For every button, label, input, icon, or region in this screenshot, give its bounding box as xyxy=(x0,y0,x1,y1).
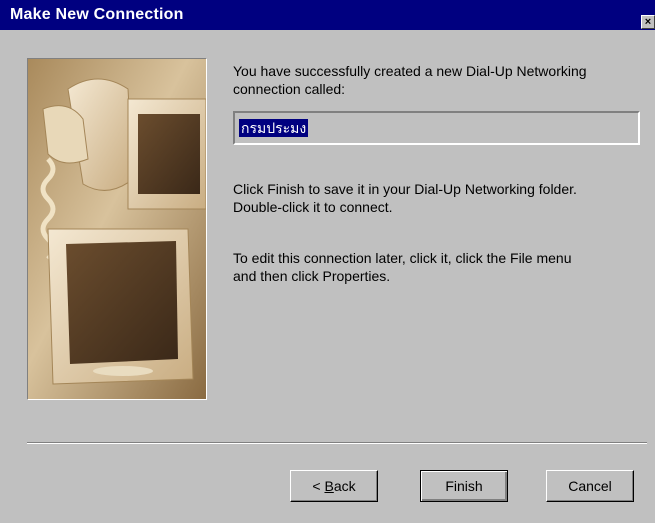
back-prefix: < xyxy=(312,478,325,494)
close-icon: × xyxy=(644,16,652,28)
close-button[interactable]: × xyxy=(641,15,655,29)
window-title: Make New Connection xyxy=(10,6,184,23)
finish-line-2: Double-click it to connect. xyxy=(233,199,393,215)
finish-button[interactable]: Finish xyxy=(420,470,508,502)
edit-line-2: and then click Properties. xyxy=(233,268,391,284)
back-mnemonic: B xyxy=(324,478,334,494)
edit-instructions: To edit this connection later, click it,… xyxy=(233,249,571,285)
cancel-button[interactable]: Cancel xyxy=(546,470,634,502)
button-divider xyxy=(27,442,647,444)
back-button[interactable]: < Back xyxy=(290,470,378,502)
cancel-label: Cancel xyxy=(568,478,612,494)
title-bar: Make New Connection × xyxy=(0,0,655,30)
intro-text: You have successfully created a new Dial… xyxy=(233,62,587,98)
finish-label: Finish xyxy=(445,478,483,494)
finish-line-1: Click Finish to save it in your Dial-Up … xyxy=(233,181,577,197)
wizard-illustration xyxy=(27,58,207,400)
connection-name-selection: กรมประมง xyxy=(239,119,309,137)
finish-instructions: Click Finish to save it in your Dial-Up … xyxy=(233,180,577,216)
intro-line-1: You have successfully created a new Dial… xyxy=(233,63,587,79)
computer-monitors-illustration-icon xyxy=(28,59,206,399)
edit-line-1: To edit this connection later, click it,… xyxy=(233,250,572,266)
back-rest: ack xyxy=(333,478,356,494)
intro-line-2: connection called: xyxy=(233,81,346,97)
connection-name-field[interactable]: กรมประมง xyxy=(233,111,640,145)
